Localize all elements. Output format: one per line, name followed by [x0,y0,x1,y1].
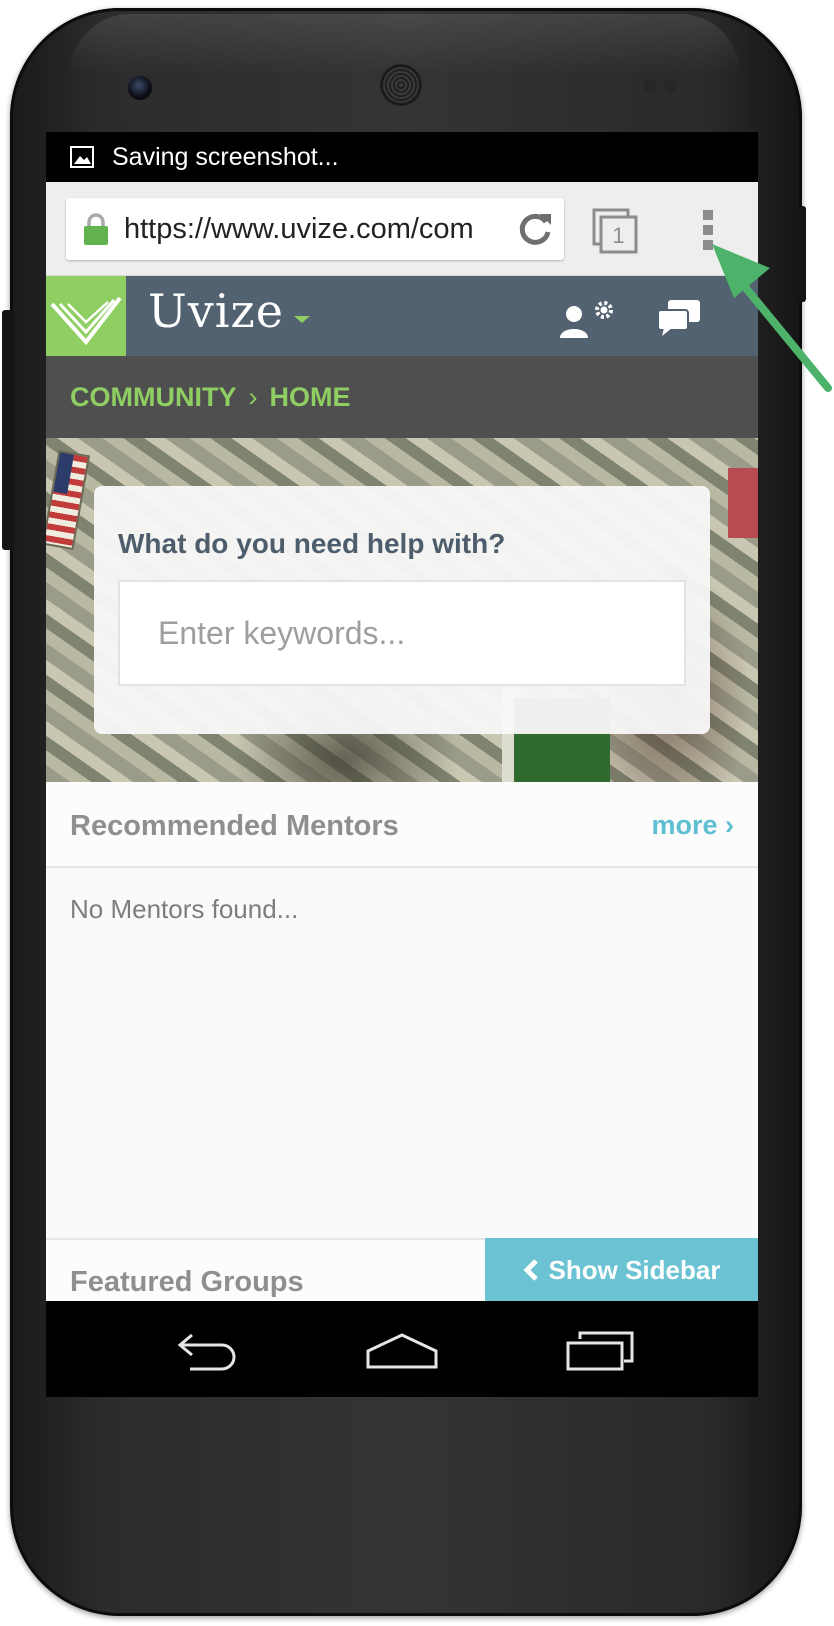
search-input[interactable] [118,580,686,686]
site-header: Uvize [46,276,758,356]
phone-screen: Saving screenshot... https://www.uvize.c… [46,132,758,1397]
search-question: What do you need help with? [118,528,506,559]
uvize-logo[interactable] [46,276,126,356]
show-sidebar-label: Show Sidebar [548,1254,721,1285]
system-nav-bar [46,1301,758,1397]
annotation-arrow [712,244,832,392]
front-camera [128,76,152,100]
breadcrumb-home[interactable]: HOME [269,382,350,413]
brand-name[interactable]: Uvize [148,284,284,338]
breadcrumb-separator: › [248,381,258,412]
home-icon[interactable] [364,1331,440,1371]
profile-settings-icon[interactable] [556,300,620,340]
proximity-sensor [644,80,656,92]
status-notification-text: Saving screenshot... [112,142,339,171]
groups-section-title: Featured Groups [70,1266,304,1298]
back-icon[interactable] [170,1333,240,1373]
tabs-icon[interactable]: 1 [592,208,638,254]
hero-banner: What do you need help with? [46,438,758,782]
image-icon [70,146,94,168]
recent-apps-icon[interactable] [564,1331,636,1371]
volume-button [2,310,14,550]
chevron-left-icon [522,1259,538,1281]
hero-background-detail [728,468,758,538]
mentors-empty-message: No Mentors found... [70,894,299,924]
mentors-section-title: Recommended Mentors [70,810,399,842]
search-card: What do you need help with? [94,486,710,734]
mentors-section-header: Recommended Mentors more › [46,782,758,868]
lock-icon [84,213,108,245]
show-sidebar-button[interactable]: Show Sidebar [485,1238,758,1302]
status-bar: Saving screenshot... [46,132,758,182]
flag-patch-image [46,449,91,551]
breadcrumb: COMMUNITY › HOME [46,356,758,438]
logo-chevron-icon [50,296,122,346]
breadcrumb-community[interactable]: COMMUNITY [70,382,236,413]
earpiece-speaker [380,64,422,106]
reload-icon[interactable] [516,210,554,248]
omnibox[interactable]: https://www.uvize.com/com [66,198,564,260]
url-text[interactable]: https://www.uvize.com/com [124,213,508,246]
chevron-down-icon[interactable] [294,316,310,323]
browser-toolbar: https://www.uvize.com/com 1 [46,182,758,276]
tab-count: 1 [612,223,624,248]
mentors-more-link[interactable]: more › [651,810,734,841]
chat-icon[interactable] [656,298,702,338]
light-sensor [664,80,676,92]
